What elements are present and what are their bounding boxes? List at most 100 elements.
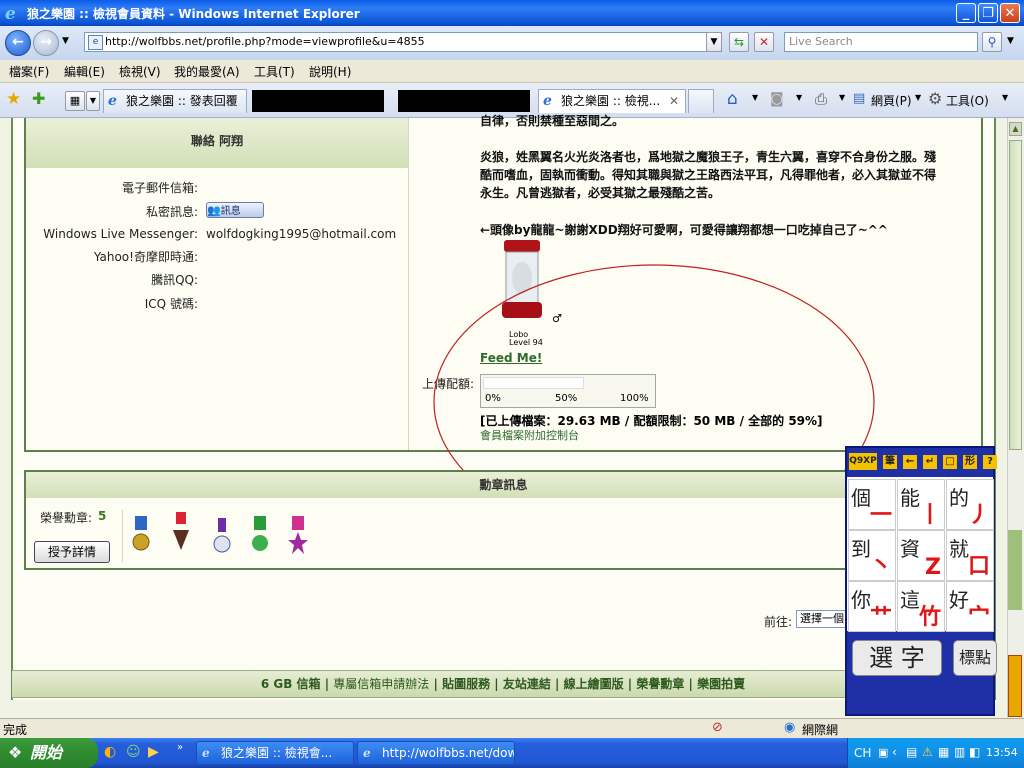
ime-candidate-cell[interactable]: 你艹 (848, 581, 896, 632)
tray-icon[interactable]: ⚠ (922, 745, 933, 759)
ime-candidate-cell[interactable]: 能丨 (897, 479, 945, 530)
ime-space-icon[interactable]: □ (943, 455, 957, 469)
print-icon[interactable]: ⎙ (815, 90, 827, 108)
medal-icon[interactable] (131, 516, 151, 556)
quicklaunch-more-icon[interactable]: » (177, 742, 183, 753)
gear-icon[interactable]: ⚙ (928, 89, 942, 108)
quicklaunch-icon[interactable]: ◐ (104, 744, 116, 760)
ime-candidate-cell[interactable]: 到丶 (848, 530, 896, 581)
footer-link[interactable]: 友站連結 (503, 677, 551, 691)
tray-icon[interactable]: ▣ (878, 746, 888, 759)
menu-favorites[interactable]: 我的最愛(A) (174, 63, 240, 80)
ime-candidate-char: 好 (949, 588, 969, 612)
minimize-button[interactable]: _ (956, 3, 976, 23)
taskbar-item-browser-1[interactable]: e 狼之樂園 :: 檢視會... (196, 741, 354, 765)
medal-icon[interactable] (171, 512, 191, 552)
search-icon[interactable]: ⚲ (982, 32, 1002, 52)
ime-candidate-cell[interactable]: 資Z (897, 530, 945, 581)
ime-candidate-cell[interactable]: 的丿 (946, 479, 994, 530)
tray-icon[interactable]: ◧ (969, 745, 980, 759)
ime-select-button[interactable]: 選 字 (852, 640, 942, 676)
menu-view[interactable]: 檢視(V) (119, 63, 161, 80)
tab-list-icon[interactable]: ▼ (86, 91, 100, 111)
ime-scroll-buttons[interactable] (1008, 655, 1022, 717)
refresh-icon[interactable]: ⇆ (729, 32, 749, 52)
search-input[interactable]: Live Search (784, 32, 978, 52)
close-button[interactable]: ✕ (1000, 3, 1020, 23)
ime-candidate-cell[interactable]: 好宀 (946, 581, 994, 632)
ime-shape-icon[interactable]: 形 (963, 455, 977, 469)
quick-tabs-icon[interactable]: ▦ (65, 91, 85, 111)
ime-candidate-cell[interactable]: 這竹 (897, 581, 945, 632)
medal-icon[interactable] (212, 518, 232, 558)
address-dropdown-icon[interactable]: ▼ (706, 32, 722, 52)
medals-count: 5 (98, 509, 107, 523)
footer-link[interactable]: 專屬信箱申請辦法 (333, 677, 429, 691)
tray-expand-icon[interactable]: ‹ (892, 745, 897, 759)
feeds-icon[interactable]: ◙ (770, 91, 784, 107)
footer-link[interactable]: 6 GB 信箱 (261, 677, 321, 691)
footer-link[interactable]: 線上繪圖版 (564, 677, 624, 691)
feeds-dropdown-icon[interactable]: ▼ (796, 93, 802, 102)
ime-enter-icon[interactable]: ↵ (923, 455, 937, 469)
maximize-button[interactable]: ❐ (978, 3, 998, 23)
ime-stroke-icon[interactable]: 筆 (883, 455, 897, 469)
jump-select[interactable]: 選擇一個 (796, 610, 848, 628)
home-icon[interactable]: ⌂ (727, 89, 738, 109)
scroll-up-icon[interactable]: ▲ (1009, 122, 1022, 136)
ime-punct-button[interactable]: 標點 (953, 640, 997, 676)
tray-icon[interactable]: ▤ (906, 745, 917, 759)
back-button[interactable]: ← (5, 30, 31, 56)
new-tab-button[interactable] (688, 89, 714, 113)
ie-page-icon: e (202, 746, 210, 760)
forward-button[interactable]: → (33, 30, 59, 56)
taskbar-item-browser-2[interactable]: e http://wolfbbs.net/dow... (357, 741, 515, 765)
ime-side-handle[interactable] (1008, 530, 1022, 610)
address-input[interactable]: e http://wolfbbs.net/profile.php?mode=vi… (84, 32, 722, 52)
search-options-icon[interactable]: ▼ (1007, 36, 1014, 46)
medal-icon[interactable] (250, 516, 270, 556)
ime-stroke-hint: Z (925, 555, 941, 580)
home-dropdown-icon[interactable]: ▼ (752, 93, 758, 102)
vertical-scrollbar[interactable]: ▲ (1007, 118, 1024, 718)
ime-mode-button[interactable]: Q9XP (849, 453, 877, 470)
tab-profile[interactable]: e 狼之樂園 :: 檢視... ✕ (538, 89, 686, 113)
tray-icon[interactable]: ▥ (954, 745, 965, 759)
menu-edit[interactable]: 編輯(E) (64, 63, 105, 80)
tray-icon[interactable]: ▦ (938, 745, 949, 759)
footer-link[interactable]: 樂園拍賣 (697, 677, 745, 691)
popup-blocker-icon[interactable]: ⊘ (712, 720, 723, 735)
tools-menu[interactable]: 工具(O) (946, 92, 989, 109)
send-pm-button[interactable]: 👥訊息 (206, 202, 264, 218)
quicklaunch-icon[interactable]: ▶ (148, 744, 159, 760)
ime-candidate-cell[interactable]: 個一 (848, 479, 896, 530)
scroll-thumb[interactable] (1009, 140, 1022, 450)
redacted-tab[interactable] (398, 90, 530, 112)
close-tab-icon[interactable]: ✕ (669, 90, 679, 112)
medal-icon[interactable] (288, 516, 308, 556)
ime-help-icon[interactable]: ? (983, 455, 997, 469)
tab-reply[interactable]: e 狼之樂園 :: 發表回覆 (103, 89, 247, 113)
quicklaunch-icon[interactable]: ☺ (126, 744, 141, 760)
start-button[interactable]: ❖ 開始 (0, 738, 98, 768)
page-menu[interactable]: 網頁(P) (871, 92, 912, 109)
menu-file[interactable]: 檔案(F) (9, 63, 49, 80)
add-favorite-icon[interactable]: ✚ (32, 89, 45, 108)
footer-link[interactable]: 榮譽勳章 (636, 677, 684, 691)
print-dropdown-icon[interactable]: ▼ (839, 93, 845, 102)
language-indicator[interactable]: CH (854, 746, 871, 760)
page-dropdown-icon[interactable]: ▼ (915, 93, 921, 102)
favorites-star-icon[interactable]: ★ (6, 89, 21, 109)
award-details-button[interactable]: 授予詳情 (34, 541, 110, 563)
menu-help[interactable]: 說明(H) (309, 63, 351, 80)
ime-back-icon[interactable]: ← (903, 455, 917, 469)
footer-link[interactable]: 貼圖服務 (442, 677, 490, 691)
menu-tools[interactable]: 工具(T) (254, 63, 295, 80)
ime-candidate-cell[interactable]: 就口 (946, 530, 994, 581)
divider (122, 510, 123, 562)
tools-dropdown-icon[interactable]: ▼ (1002, 93, 1008, 102)
redacted-tab[interactable] (252, 90, 384, 112)
stop-icon[interactable]: ✕ (754, 32, 774, 52)
page-icon[interactable]: ▤ (853, 91, 865, 106)
history-dropdown-icon[interactable]: ▼ (62, 36, 69, 46)
